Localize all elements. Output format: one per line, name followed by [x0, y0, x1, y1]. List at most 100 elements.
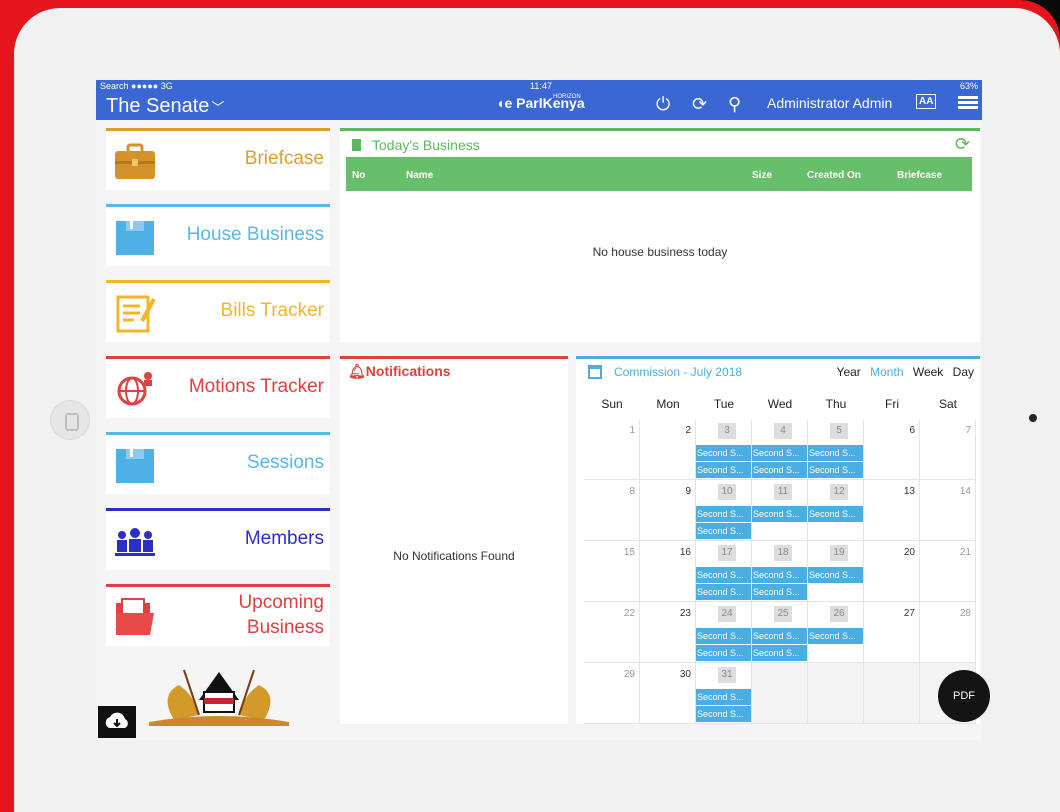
cloud-download-button[interactable]: [98, 706, 136, 738]
calendar-day-cell[interactable]: 22: [584, 602, 640, 663]
calendar-day-cell[interactable]: 2: [640, 419, 696, 480]
front-camera: [1029, 414, 1037, 422]
calendar-day-cell[interactable]: 31 Second S... Second S...: [696, 663, 752, 724]
view-week[interactable]: Week: [913, 365, 943, 379]
calendar-event[interactable]: Second S...: [752, 645, 807, 661]
calendar-event[interactable]: Second S...: [696, 462, 751, 478]
home-button[interactable]: [50, 400, 90, 440]
app-screen: Search ●●●●● 3G 11:47 63% The Senate ﹀ HO…: [96, 80, 982, 740]
calendar-event[interactable]: Second S...: [696, 584, 751, 600]
calendar-view-switcher: Year Month Week Day: [831, 365, 974, 379]
day-number: 1: [629, 425, 635, 436]
calendar-day-cell[interactable]: 28: [920, 602, 976, 663]
calendar-day-cell[interactable]: 26 Second S...: [808, 602, 864, 663]
calendar-event[interactable]: Second S...: [696, 445, 751, 461]
calendar-event[interactable]: Second S...: [696, 523, 751, 539]
view-month[interactable]: Month: [870, 365, 903, 379]
calendar-day-cell[interactable]: 23: [640, 602, 696, 663]
calendar-event[interactable]: Second S...: [696, 567, 751, 583]
house-selector[interactable]: The Senate ﹀: [106, 95, 224, 118]
calendar-day-cell[interactable]: 13: [864, 480, 920, 541]
calendar-day-cell[interactable]: 3 Second S... Second S...: [696, 419, 752, 480]
brand-logo: ◖e ParlKenya: [496, 95, 585, 111]
calendar-event[interactable]: Second S...: [752, 567, 807, 583]
coat-of-arms-logo: [149, 669, 289, 726]
calendar-day-cell[interactable]: 19 Second S...: [808, 541, 864, 602]
column-name[interactable]: Name: [406, 170, 433, 181]
font-size-toggle[interactable]: AA: [916, 94, 937, 109]
day-number: 23: [679, 608, 691, 619]
calendar-day-cell[interactable]: 18 Second S... Second S...: [752, 541, 808, 602]
sidebar-item-briefcase[interactable]: Briefcase: [106, 128, 330, 190]
view-day[interactable]: Day: [953, 365, 974, 379]
sidebar-item-members[interactable]: Members: [106, 508, 330, 570]
calendar-day-cell[interactable]: 9: [640, 480, 696, 541]
calendar-event[interactable]: Second S...: [696, 645, 751, 661]
calendar-event[interactable]: Second S...: [808, 628, 863, 644]
menu-icon[interactable]: [958, 96, 978, 110]
calendar-event[interactable]: Second S...: [808, 567, 863, 583]
search-icon[interactable]: ⚲: [728, 94, 741, 115]
calendar-event[interactable]: Second S...: [808, 506, 863, 522]
calendar-day-cell[interactable]: 29: [584, 663, 640, 724]
calendar-day-cell[interactable]: 24 Second S... Second S...: [696, 602, 752, 663]
calendar-event[interactable]: Second S...: [808, 462, 863, 478]
calendar-day-cell[interactable]: [808, 663, 864, 724]
calendar-day-cell[interactable]: 17 Second S... Second S...: [696, 541, 752, 602]
calendar-day-cell[interactable]: 27: [864, 602, 920, 663]
calendar-event[interactable]: Second S...: [752, 584, 807, 600]
calendar-week: 29 30 31 Second S... Second S...: [584, 663, 976, 724]
power-icon[interactable]: ⏻: [656, 94, 670, 115]
calendar-day-cell[interactable]: 16: [640, 541, 696, 602]
pdf-button[interactable]: PDF: [938, 670, 990, 722]
calendar-day-cell[interactable]: 1: [584, 419, 640, 480]
view-year[interactable]: Year: [837, 365, 861, 379]
calendar-event[interactable]: Second S...: [696, 506, 751, 522]
column-created-on[interactable]: Created On: [807, 170, 861, 181]
day-number: 10: [718, 484, 736, 500]
day-number: 31: [718, 667, 736, 683]
calendar-day-cell[interactable]: [864, 663, 920, 724]
column-no[interactable]: No: [352, 170, 365, 181]
sidebar-item-sessions[interactable]: Sessions: [106, 432, 330, 494]
calendar-day-cell[interactable]: 10 Second S... Second S...: [696, 480, 752, 541]
panel-title: 🔔︎Notifications: [348, 363, 451, 379]
column-briefcase[interactable]: Briefcase: [897, 170, 942, 181]
calendar-event[interactable]: Second S...: [752, 506, 807, 522]
calendar-event[interactable]: Second S...: [752, 445, 807, 461]
calendar-day-cell[interactable]: 20: [864, 541, 920, 602]
day-number: 25: [774, 606, 792, 622]
calendar-event[interactable]: Second S...: [696, 706, 751, 722]
weekday-header: Sun Mon Tue Wed Thu Fri Sat: [584, 389, 976, 419]
sidebar-item-house-business[interactable]: House Business: [106, 204, 330, 266]
sidebar-item-bills-tracker[interactable]: Bills Tracker: [106, 280, 330, 342]
sidebar-item-label: Bills Tracker: [220, 300, 324, 321]
folder-icon: [116, 221, 154, 255]
calendar-day-cell[interactable]: 6: [864, 419, 920, 480]
calendar-day-cell[interactable]: 8: [584, 480, 640, 541]
calendar-day-cell[interactable]: 15: [584, 541, 640, 602]
column-size[interactable]: Size: [752, 170, 772, 181]
calendar-day-cell[interactable]: 4 Second S... Second S...: [752, 419, 808, 480]
calendar-day-cell[interactable]: 25 Second S... Second S...: [752, 602, 808, 663]
calendar-day-cell[interactable]: 5 Second S... Second S...: [808, 419, 864, 480]
calendar-day-cell[interactable]: [752, 663, 808, 724]
calendar-day-cell[interactable]: 11 Second S...: [752, 480, 808, 541]
sidebar-item-upcoming-business[interactable]: Upcoming Business: [106, 584, 330, 646]
calendar-event[interactable]: Second S...: [752, 628, 807, 644]
sidebar-item-motions-tracker[interactable]: Motions Tracker: [106, 356, 330, 418]
calendar-day-cell[interactable]: 30: [640, 663, 696, 724]
calendar-event[interactable]: Second S...: [696, 689, 751, 705]
calendar-day-cell[interactable]: 21: [920, 541, 976, 602]
calendar-event[interactable]: Second S...: [696, 628, 751, 644]
day-number: 9: [685, 486, 691, 497]
calendar-day-cell[interactable]: 7: [920, 419, 976, 480]
calendar-day-cell[interactable]: 12 Second S...: [808, 480, 864, 541]
user-name[interactable]: Administrator Admin: [767, 95, 892, 111]
calendar-event[interactable]: Second S...: [752, 462, 807, 478]
globe-people-icon: [117, 372, 152, 406]
sync-icon[interactable]: ⟳: [692, 94, 707, 115]
refresh-icon[interactable]: ⟳: [955, 134, 970, 155]
calendar-day-cell[interactable]: 14: [920, 480, 976, 541]
calendar-event[interactable]: Second S...: [808, 445, 863, 461]
